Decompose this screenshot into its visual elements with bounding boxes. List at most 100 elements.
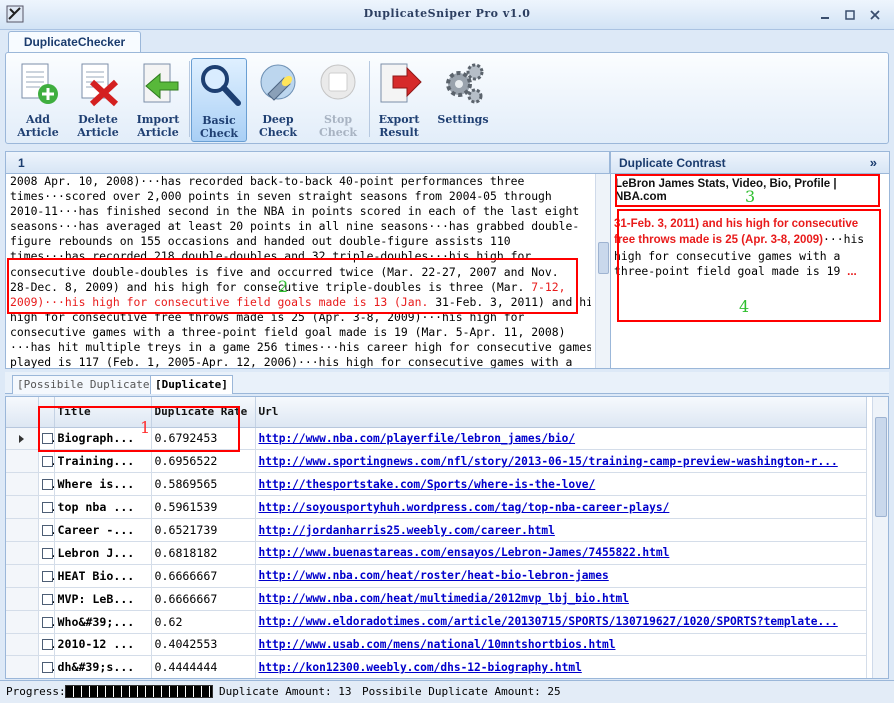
cell-url-link[interactable]: http://soyousportyhuh.wordpress.com/tag/… [255,495,867,520]
table-row[interactable]: dh&#39;s... 0.4444444 http://kon12300.we… [6,655,867,678]
cell-url-link[interactable]: http://www.nba.com/playerfile/lebron_jam… [255,427,867,451]
settings-button[interactable]: Settings [433,58,493,142]
cell-rate: 0.4042553 [151,633,256,657]
cell-url-link[interactable]: http://www.usab.com/mens/national/10mnts… [255,633,867,657]
cell-rate: 0.6818182 [151,541,256,565]
cell-title: Who&#39;... [54,610,152,634]
column-header-url[interactable]: Url [255,397,867,428]
cell-title: 2010-12 ... [54,633,152,657]
scroll-thumb[interactable] [598,242,609,274]
cell-url-link[interactable]: http://jordanharris25.weebly.com/career.… [255,518,867,542]
annotation-mark-3: 3 [745,187,756,206]
add-article-button[interactable]: Add Article [10,58,66,142]
row-checkbox[interactable] [41,456,53,468]
annotation-mark-4: 4 [739,297,750,316]
cell-url-link[interactable]: http://www.eldoradotimes.com/article/201… [255,610,867,634]
duplicate-contrast-header: Duplicate Contrast » [611,152,889,174]
cell-rate: 0.4444444 [151,655,256,678]
cell-url-link[interactable]: http://kon12300.weebly.com/dhs-12-biogra… [255,655,867,678]
row-selector[interactable] [6,518,39,542]
stop-icon [320,64,356,100]
row-checkbox[interactable] [41,525,53,536]
row-checkbox[interactable] [41,570,53,582]
cell-rate: 0.6666667 [151,587,256,611]
article-line: seasons···has averaged at least 20 point… [10,219,580,234]
minimize-icon[interactable] [818,9,832,21]
cell-rate: 0.5961539 [151,495,256,520]
row-checkbox[interactable] [41,502,53,514]
table-row[interactable]: top nba ... 0.5961539 http://soyousporty… [6,495,867,520]
export-result-button[interactable]: Export Result [371,58,427,142]
possible-duplicate-amount: Possibile Duplicate Amount: 25 [362,685,561,698]
row-checkbox[interactable] [41,593,53,605]
article-panel-header: 1 [6,152,609,174]
add-article-icon [21,63,58,104]
ribbon-tab-duplicatechecker[interactable]: DuplicateChecker [8,31,141,53]
cell-title: Lebron J... [54,541,152,565]
table-row[interactable]: Training... 0.6956522 http://www.sportin… [6,449,867,474]
maximize-icon[interactable] [843,9,857,21]
cell-rate: 0.6956522 [151,449,256,474]
row-selector[interactable] [6,564,39,588]
tab-possible-duplicate[interactable]: [Possibile Duplicate] [12,375,162,394]
row-selector[interactable] [6,633,39,657]
cell-url-link[interactable]: http://thesportstake.com/Sports/where-is… [255,472,867,497]
row-checkbox[interactable] [41,639,53,651]
cell-title: Where is... [54,472,152,497]
article-scrollbar[interactable] [595,174,610,368]
table-row[interactable]: Career -... 0.6521739 http://jordanharri… [6,518,867,542]
export-icon [380,63,422,103]
duplicate-amount: Duplicate Amount: 13 [219,685,352,698]
table-row[interactable]: Lebron J... 0.6818182 http://www.buenast… [6,541,867,565]
scroll-thumb[interactable] [875,417,887,517]
table-row[interactable]: MVP: LeB... 0.6666667 http://www.nba.com… [6,587,867,611]
cell-url-link[interactable]: http://www.sportingnews.com/nfl/story/20… [255,449,867,474]
cell-title: HEAT Bio... [54,564,152,588]
ribbon-toolbar: Add Article Delete Article Import Article B… [5,52,889,144]
cell-url-link[interactable]: http://www.nba.com/heat/multimedia/2012m… [255,587,867,611]
stop-check-button[interactable]: Stop Check [310,58,366,142]
tab-duplicate[interactable]: [Duplicate] [150,375,233,394]
result-tabs: [Possibile Duplicate] [Duplicate] [5,372,889,394]
current-row-arrow-icon [19,434,25,443]
cell-title: dh&#39;s... [54,655,152,678]
table-row[interactable]: Who&#39;... 0.62 http://www.eldoradotime… [6,610,867,634]
row-checkbox[interactable] [41,662,53,674]
cell-url-link[interactable]: http://www.nba.com/heat/roster/heat-bio-… [255,564,867,588]
table-row[interactable]: Where is... 0.5869565 http://thesportsta… [6,472,867,497]
table-row[interactable]: 2010-12 ... 0.4042553 http://www.usab.co… [6,633,867,657]
article-line: figure rebounds on 155 occasions and han… [10,234,511,249]
row-checkbox[interactable] [41,479,53,491]
table-row[interactable]: HEAT Bio... 0.6666667 http://www.nba.com… [6,564,867,588]
article-line: 2008 Apr. 10, 2008)···has recorded back-… [10,174,525,188]
row-selector[interactable] [6,427,39,451]
row-checkbox[interactable] [41,547,53,559]
progress-fill [66,686,212,697]
row-selector[interactable] [6,655,39,678]
progress-bar [65,685,213,698]
article-line: 2010-11···has finished second in the NBA… [10,204,580,219]
cell-title: top nba ... [54,495,152,520]
import-article-button[interactable]: Import Article [130,58,186,142]
row-selector[interactable] [6,541,39,565]
cell-title: Training... [54,449,152,474]
row-selector[interactable] [6,587,39,611]
collapse-chevron-icon[interactable]: » [870,152,877,174]
grid-scrollbar[interactable] [872,397,888,678]
row-selector-header [6,397,39,428]
gears-icon [446,63,484,104]
import-article-icon [143,63,179,103]
basic-check-button[interactable]: Basic Check [191,58,247,142]
row-selector[interactable] [6,449,39,474]
row-checkbox[interactable] [41,616,53,628]
cell-url-link[interactable]: http://www.buenastareas.com/ensayos/Lebr… [255,541,867,565]
delete-article-button[interactable]: Delete Article [70,58,126,142]
close-icon[interactable] [868,9,882,21]
article-line: consecutive games with a three-point fie… [10,324,566,339]
row-selector[interactable] [6,610,39,634]
row-selector[interactable] [6,472,39,497]
row-selector[interactable] [6,495,39,520]
article-line: times···scored over 2,000 points in seve… [10,189,552,204]
magnifier-icon [201,65,241,106]
deep-check-button[interactable]: Deep Check [250,58,306,142]
